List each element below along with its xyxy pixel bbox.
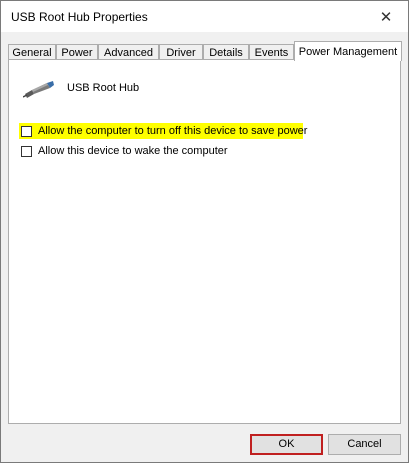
title-bar: USB Root Hub Properties ✕ — [1, 1, 408, 32]
properties-dialog: USB Root Hub Properties ✕ General Power … — [0, 0, 409, 463]
tab-power-management[interactable]: Power Management — [294, 41, 402, 61]
tab-advanced[interactable]: Advanced — [98, 44, 159, 60]
checkbox-allow-turn-off[interactable] — [21, 125, 32, 137]
close-button[interactable]: ✕ — [364, 1, 408, 32]
tab-events[interactable]: Events — [249, 44, 294, 60]
cancel-button[interactable]: Cancel — [328, 434, 401, 455]
checkbox-allow-wake[interactable] — [21, 145, 32, 157]
tab-driver[interactable]: Driver — [159, 44, 203, 60]
close-icon: ✕ — [379, 8, 393, 26]
usb-plug-icon — [23, 81, 54, 98]
tab-general[interactable]: General — [8, 44, 56, 60]
option-allow-wake[interactable]: Allow this device to wake the computer — [19, 143, 228, 159]
tab-details[interactable]: Details — [203, 44, 249, 60]
power-management-panel: USB Root Hub Allow the computer to turn … — [8, 59, 401, 424]
option-allow-turn-off[interactable]: Allow the computer to turn off this devi… — [19, 123, 307, 139]
device-name: USB Root Hub — [67, 82, 140, 94]
window-title: USB Root Hub Properties — [11, 10, 148, 24]
ok-button[interactable]: OK — [250, 434, 323, 455]
option-allow-wake-label: Allow this device to wake the computer — [38, 145, 228, 157]
tab-power[interactable]: Power — [56, 44, 98, 60]
option-allow-turn-off-label: Allow the computer to turn off this devi… — [38, 125, 308, 137]
